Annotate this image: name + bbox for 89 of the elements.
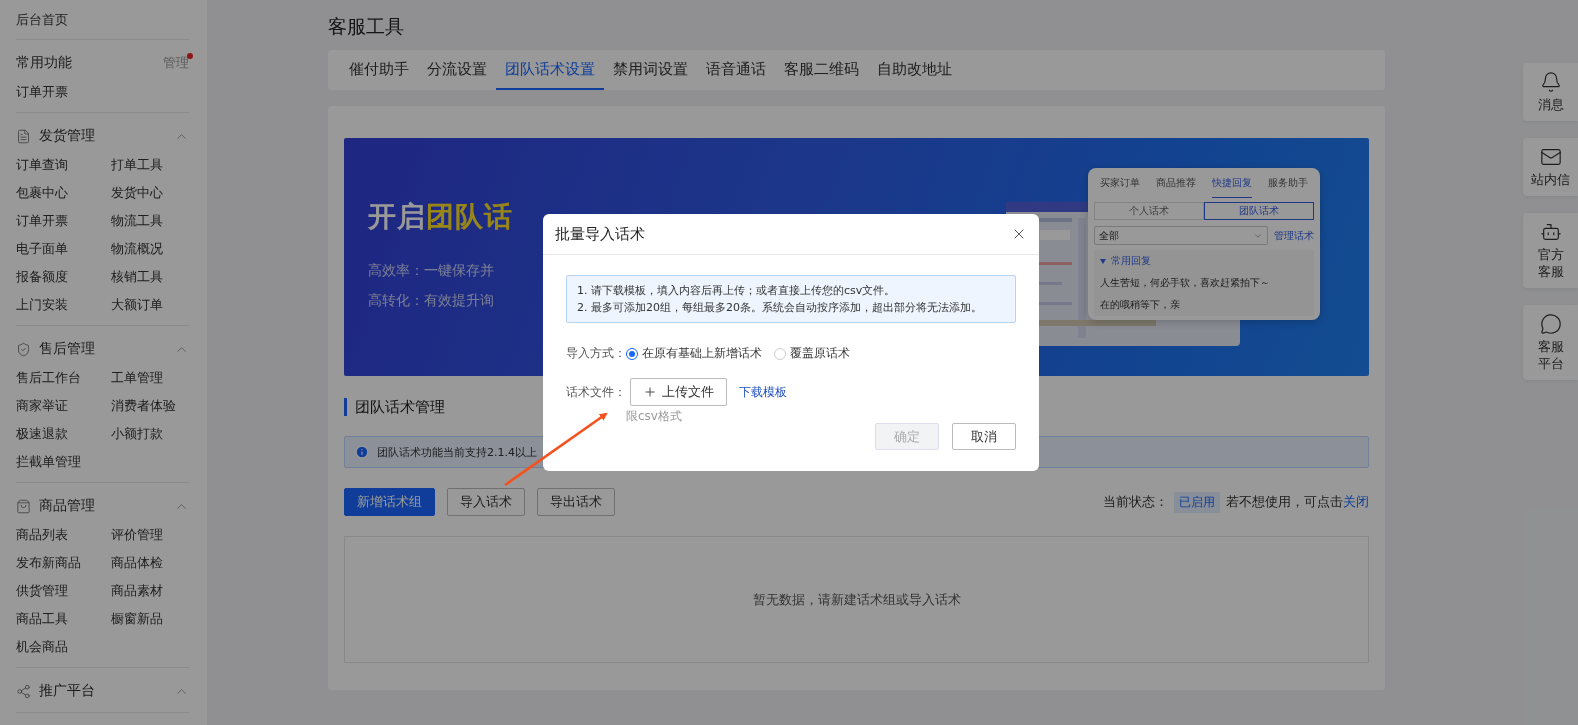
close-link[interactable]: 关闭 bbox=[1343, 493, 1369, 511]
sidebar-item[interactable]: 订单查询 bbox=[16, 151, 111, 179]
sidebar-item[interactable]: 大额订单 bbox=[111, 291, 189, 319]
tip-text: 2. 最多可添加20组，每组最多20条。系统会自动按序添加，超出部分将无法添加。 bbox=[577, 300, 983, 316]
bag-icon bbox=[16, 498, 31, 514]
section-title: 售后管理 bbox=[39, 340, 95, 358]
tab[interactable]: 催付助手 bbox=[340, 50, 418, 90]
sidebar-item[interactable]: 售后工作台 bbox=[16, 364, 111, 392]
tab[interactable]: 语音通话 bbox=[697, 50, 775, 90]
float-button[interactable]: 官方 客服 bbox=[1523, 213, 1578, 288]
radio-option[interactable]: 覆盖原话术 bbox=[774, 345, 850, 362]
float-button[interactable]: 客服 平台 bbox=[1523, 305, 1578, 380]
upload-button[interactable]: 上传文件 bbox=[630, 378, 727, 406]
sidebar-item[interactable]: 发货中心 bbox=[111, 179, 189, 207]
dialog-button[interactable]: 取消 bbox=[952, 423, 1016, 450]
sidebar-item[interactable]: 包裹中心 bbox=[16, 179, 111, 207]
preview-select-value: 全部 bbox=[1099, 228, 1119, 243]
chat-icon bbox=[1539, 313, 1562, 335]
banner-text: 高效率：一键保存并 bbox=[368, 262, 494, 280]
action-button[interactable]: 导出话术 bbox=[537, 488, 615, 516]
preview-segment: 团队话术 bbox=[1204, 202, 1314, 220]
plus-icon bbox=[643, 385, 657, 399]
tab[interactable]: 禁用词设置 bbox=[604, 50, 697, 90]
action-button[interactable]: 导入话术 bbox=[447, 488, 525, 516]
status-label: 当前状态： bbox=[1103, 493, 1168, 511]
notice-text: 团队话术功能当前支持2.1.4以上 bbox=[377, 444, 537, 460]
radio-option[interactable]: 在原有基础上新增话术 bbox=[626, 345, 762, 362]
preview-group-title: 常用回复 bbox=[1111, 254, 1151, 268]
tab[interactable]: 分流设置 bbox=[418, 50, 496, 90]
sidebar-item[interactable]: 供货管理 bbox=[16, 577, 111, 605]
sidebar-item[interactable]: 极速退款 bbox=[16, 420, 111, 448]
banner-title: 开启团队话 bbox=[368, 199, 513, 235]
share-icon bbox=[16, 683, 31, 699]
float-button[interactable]: 站内信 bbox=[1523, 138, 1578, 196]
sidebar-item[interactable]: 工单管理 bbox=[111, 364, 189, 392]
preview-reply: 人生苦短，何必手软，喜欢赶紧拍下～ bbox=[1100, 276, 1271, 290]
sidebar-item[interactable]: 打单工具 bbox=[111, 151, 189, 179]
sidebar-item[interactable]: 商品体检 bbox=[111, 549, 189, 577]
section-title: 发货管理 bbox=[39, 127, 95, 145]
robot-icon bbox=[1539, 221, 1562, 243]
sidebar-item[interactable]: 订单开票 bbox=[16, 78, 189, 106]
sidebar-item[interactable]: 评价管理 bbox=[111, 521, 189, 549]
sidebar-item[interactable]: 商品工具 bbox=[16, 605, 111, 633]
banner-text: 高转化：有效提升询 bbox=[368, 292, 494, 310]
sidebar-item[interactable]: 小额打款 bbox=[111, 420, 189, 448]
tab[interactable]: 自助改地址 bbox=[868, 50, 961, 90]
sidebar-item[interactable]: 消费者体验 bbox=[111, 392, 189, 420]
status-hint: 若不想使用，可点击 bbox=[1226, 493, 1343, 511]
mail-icon bbox=[1539, 146, 1562, 168]
preview-tab-label: 商品推荐 bbox=[1156, 175, 1196, 190]
tab[interactable]: 客服二维码 bbox=[775, 50, 868, 90]
sidebar-item[interactable]: 电子面单 bbox=[16, 235, 111, 263]
shield-icon bbox=[16, 341, 31, 357]
template-link[interactable]: 下载模板 bbox=[739, 383, 787, 401]
section-title: 商品管理 bbox=[39, 497, 95, 515]
page-title: 客服工具 bbox=[328, 14, 405, 39]
dialog-title: 批量导入话术 bbox=[555, 224, 645, 244]
sidebar-item[interactable]: 拦截单管理 bbox=[16, 448, 111, 476]
action-button[interactable]: 新增话术组 bbox=[344, 488, 435, 516]
tip-text: 1. 请下载模板，填入内容后再上传；或者直接上传您的csv文件。 bbox=[577, 283, 897, 299]
preview-tab-label: 买家订单 bbox=[1100, 175, 1140, 190]
empty-text: 暂无数据，请新建话术组或导入话术 bbox=[752, 590, 961, 609]
sidebar-item[interactable]: 发布新商品 bbox=[16, 549, 111, 577]
sidebar-item[interactable]: 橱窗新品 bbox=[111, 605, 189, 633]
preview-tab-label: 快捷回复 bbox=[1212, 168, 1252, 198]
info-icon bbox=[355, 445, 369, 459]
sidebar-item[interactable]: 后台首页 bbox=[16, 0, 189, 40]
status-badge: 已启用 bbox=[1174, 491, 1220, 513]
sidebar-item[interactable]: 订单开票 bbox=[16, 207, 111, 235]
field-label: 话术文件： bbox=[566, 383, 626, 401]
sidebar-item[interactable]: 商品素材 bbox=[111, 577, 189, 605]
sidebar-item[interactable]: 上门安装 bbox=[16, 291, 111, 319]
sidebar-item[interactable]: 物流工具 bbox=[111, 207, 189, 235]
document-icon bbox=[16, 128, 31, 144]
preview-tab-label: 服务助手 bbox=[1268, 175, 1308, 190]
float-button[interactable]: 消息 bbox=[1523, 63, 1578, 121]
section-title: 推广平台 bbox=[39, 682, 95, 700]
section-title: 常用功能 bbox=[16, 54, 72, 72]
sidebar-item[interactable]: 商品列表 bbox=[16, 521, 111, 549]
bell-icon bbox=[1539, 71, 1562, 93]
field-label: 导入方式： bbox=[566, 345, 626, 362]
sidebar-item[interactable]: 机会商品 bbox=[16, 633, 111, 661]
sidebar-item[interactable]: 报备额度 bbox=[16, 263, 111, 291]
preview-reply: 在的哦稍等下，亲 bbox=[1100, 298, 1181, 312]
preview-segment: 个人话术 bbox=[1094, 202, 1204, 220]
sidebar-item[interactable]: 核销工具 bbox=[111, 263, 189, 291]
sidebar-item[interactable]: 商家举证 bbox=[16, 392, 111, 420]
sidebar-item[interactable]: 物流概况 bbox=[111, 235, 189, 263]
tab[interactable]: 团队话术设置 bbox=[496, 50, 604, 90]
